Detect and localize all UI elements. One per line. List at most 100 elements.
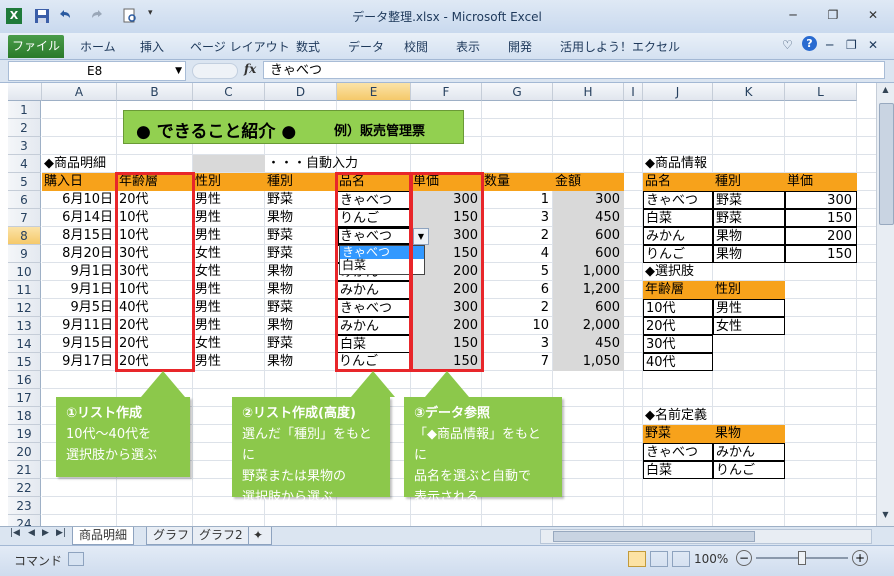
chevron-down-icon[interactable]: ▼ [175,62,182,80]
table-cell[interactable]: 9月1日 [42,263,117,281]
table-cell[interactable]: 10代 [643,299,713,317]
table-header[interactable]: 品名 [643,173,713,191]
row-header-6[interactable]: 6 [8,191,41,209]
zoom-level[interactable]: 100% [694,552,728,566]
macro-record-icon[interactable] [68,552,84,566]
table-cell[interactable]: 白菜 [643,209,713,227]
table-cell[interactable]: 2 [482,299,553,317]
table-cell[interactable]: 9月17日 [42,353,117,371]
horizontal-scrollbar[interactable] [540,529,872,544]
table-cell[interactable]: 男性 [193,317,265,335]
table-cell[interactable]: 10 [482,317,553,335]
new-sheet-icon[interactable]: ✦ [248,527,272,545]
table-cell[interactable]: みかん [643,227,713,245]
table-header[interactable]: 数量 [482,173,553,191]
row-header-20[interactable]: 20 [8,443,41,461]
help-icon[interactable]: ? [802,36,817,51]
sheet-tab[interactable]: グラフ2 [192,527,250,545]
table-cell[interactable]: 9月5日 [42,299,117,317]
column-header-d[interactable]: D [265,83,337,101]
workbook-restore-icon[interactable]: ❐ [846,38,857,52]
table-header[interactable]: 性別 [713,281,785,299]
table-cell[interactable]: 6月14日 [42,209,117,227]
table-cell[interactable]: 450 [553,335,624,353]
table-cell[interactable]: 2 [482,227,553,245]
table-header[interactable]: 単価 [785,173,857,191]
table-cell[interactable]: 男性 [193,281,265,299]
table-header[interactable]: 野菜 [643,425,713,443]
row-header-11[interactable]: 11 [8,281,41,299]
formula-bar-toggle[interactable] [192,63,238,79]
table-cell[interactable]: 野菜 [713,191,785,209]
table-cell[interactable]: 1 [482,191,553,209]
row-header-17[interactable]: 17 [8,389,41,407]
table-cell[interactable]: 4 [482,245,553,263]
table-cell[interactable]: 9月15日 [42,335,117,353]
row-header-19[interactable]: 19 [8,425,41,443]
row-header-12[interactable]: 12 [8,299,41,317]
tab-addin[interactable]: 活用しよう！エクセル [560,38,680,55]
zoom-out-icon[interactable]: − [736,550,752,566]
table-cell[interactable]: 野菜 [265,299,337,317]
tab-insert[interactable]: 挿入 [140,38,164,55]
table-cell[interactable]: 果物 [265,353,337,371]
table-cell[interactable]: 女性 [193,335,265,353]
table-cell[interactable]: 野菜 [265,335,337,353]
tab-review[interactable]: 校閲 [404,38,428,55]
column-header-e[interactable]: E [337,83,411,101]
zoom-slider-thumb[interactable] [798,551,806,565]
workbook-minimize-icon[interactable]: ─ [826,38,833,52]
table-cell[interactable]: 600 [553,227,624,245]
row-header-14[interactable]: 14 [8,335,41,353]
table-cell[interactable]: 白菜 [643,461,713,479]
table-header[interactable]: 年齢層 [643,281,713,299]
table-cell[interactable]: 野菜 [265,227,337,245]
row-header-9[interactable]: 9 [8,245,41,263]
row-header-18[interactable]: 18 [8,407,41,425]
table-cell[interactable]: 男性 [193,299,265,317]
table-cell[interactable]: 300 [553,191,624,209]
section-caption[interactable]: ◆商品情報 [643,155,713,173]
table-cell[interactable]: 男性 [193,191,265,209]
column-header-j[interactable]: J [643,83,713,101]
table-cell[interactable]: 7 [482,353,553,371]
scroll-up-icon[interactable]: ▲ [879,85,892,99]
table-cell[interactable]: 男性 [193,209,265,227]
table-cell[interactable]: 9月11日 [42,317,117,335]
table-cell[interactable]: きゃべつ [643,191,713,209]
row-header-23[interactable]: 23 [8,497,41,515]
last-sheet-icon[interactable]: ▶| [56,528,66,538]
table-cell[interactable]: 200 [785,227,857,245]
table-cell[interactable]: 果物 [265,209,337,227]
name-box[interactable]: E8 ▼ [8,61,186,81]
table-cell[interactable]: 8月15日 [42,227,117,245]
table-cell[interactable]: 野菜 [265,245,337,263]
section-caption[interactable]: ◆選択肢 [643,263,713,281]
normal-view-icon[interactable] [628,551,646,567]
table-cell[interactable]: 3 [482,209,553,227]
tab-home[interactable]: ホーム [80,38,116,55]
table-cell[interactable]: りんご [713,461,785,479]
worksheet-grid[interactable]: A B C D E F G H I J K L 1 2 3 4 5 6 7 8 9 10 11 12 13 14 15 16 17 18 1… [8,83,876,526]
auto-input-note[interactable]: ・・・自動入力 [265,155,358,173]
row-header-2[interactable]: 2 [8,119,41,137]
row-header-15[interactable]: 15 [8,353,41,371]
table-cell[interactable]: 果物 [713,245,785,263]
sheet-tab[interactable]: グラフ [146,527,197,545]
select-all-corner[interactable] [8,83,42,101]
table-cell[interactable]: 5 [482,263,553,281]
row-header-10[interactable]: 10 [8,263,41,281]
table-header[interactable]: 金額 [553,173,624,191]
page-layout-view-icon[interactable] [650,551,668,567]
row-header-7[interactable]: 7 [8,209,41,227]
row-header-13[interactable]: 13 [8,317,41,335]
table-cell[interactable]: 9月1日 [42,281,117,299]
tab-formulas[interactable]: 数式 [296,38,320,55]
row-header-3[interactable]: 3 [8,137,41,155]
minimize-button[interactable]: ─ [780,6,806,24]
column-header-i[interactable]: I [624,83,643,101]
horizontal-scroll-thumb[interactable] [553,531,755,542]
row-header-22[interactable]: 22 [8,479,41,497]
first-sheet-icon[interactable]: |◀ [10,528,20,538]
row-header-4[interactable]: 4 [8,155,41,173]
